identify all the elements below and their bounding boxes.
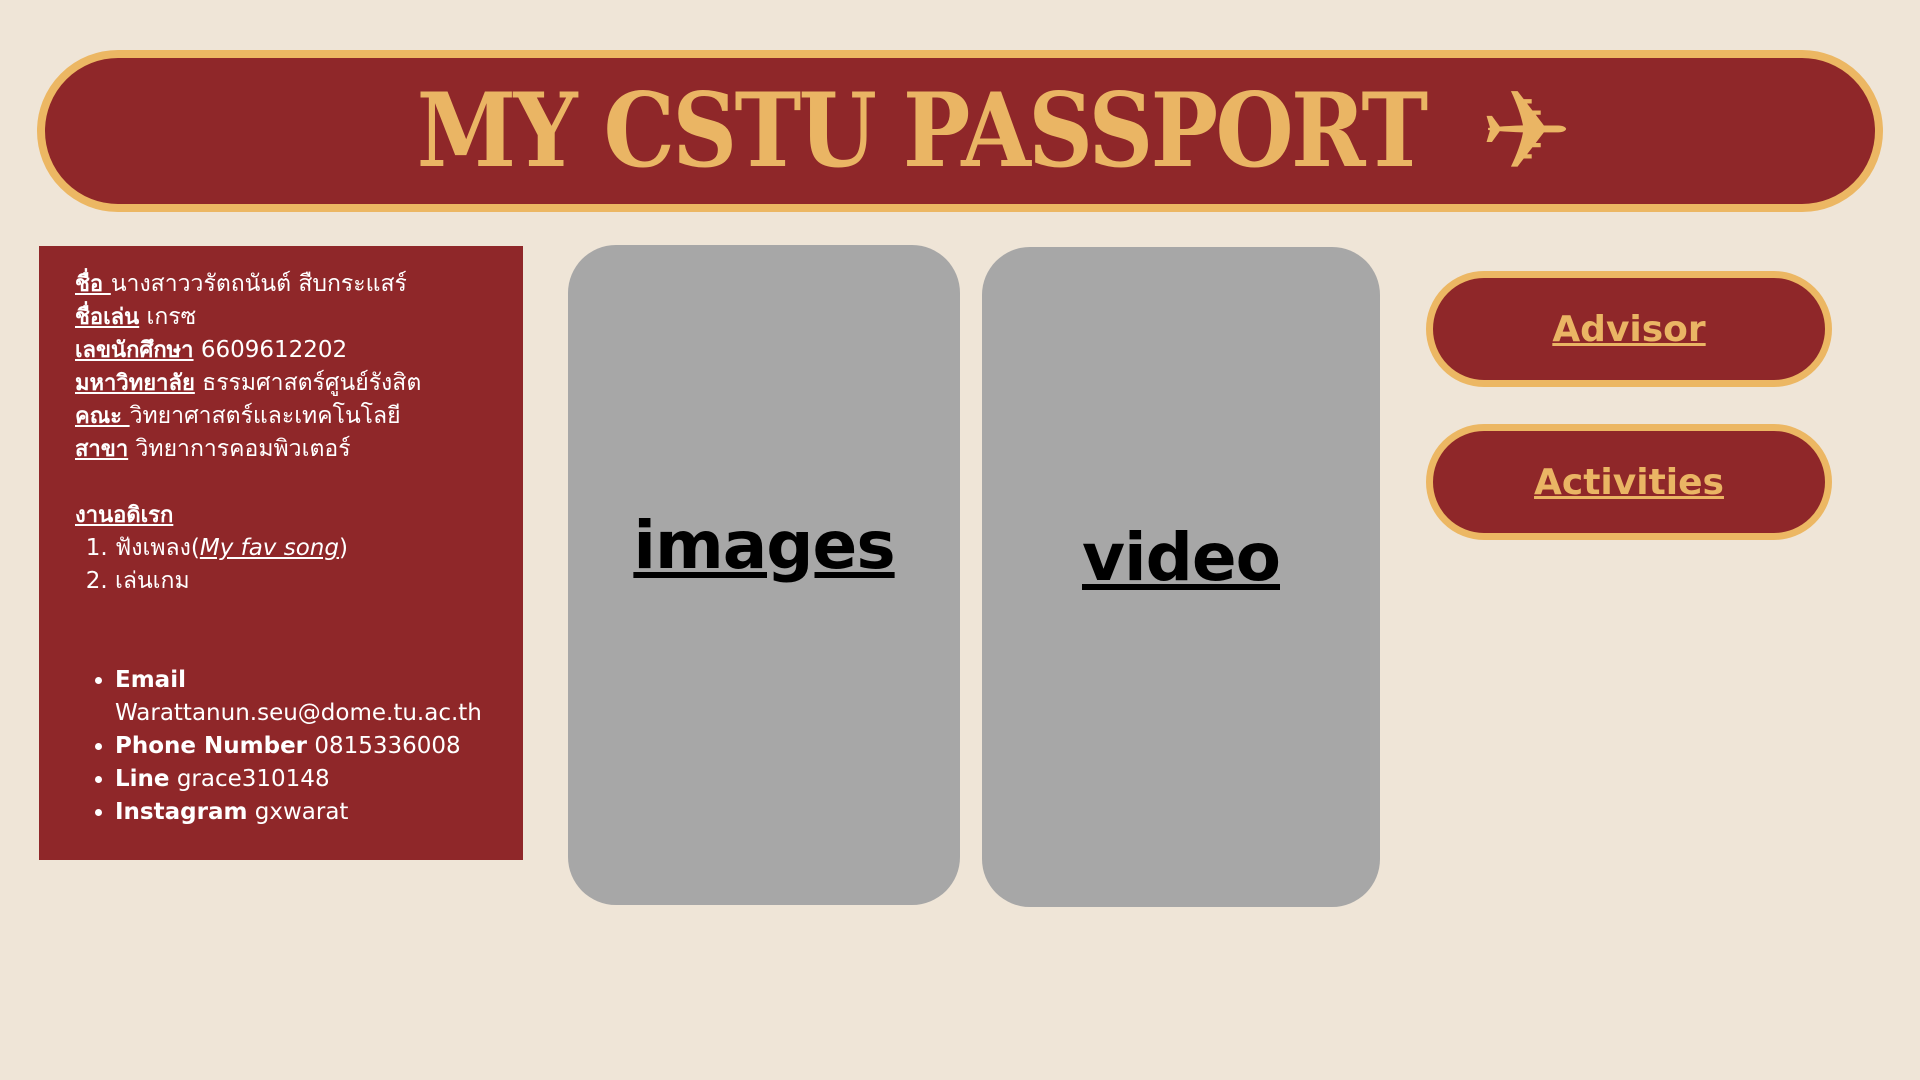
contact-key: Phone Number <box>115 733 308 759</box>
hobby-text: ฟังเพลง( <box>115 535 200 561</box>
contact-email: Email Warattanun.seu@dome.tu.ac.th <box>115 664 523 730</box>
contact-line: Line grace310148 <box>115 763 523 796</box>
contact-key: Email <box>115 667 186 693</box>
profile-field-student-id: เลขนักศึกษา 6609612202 <box>75 334 523 367</box>
images-card: images <box>568 245 960 905</box>
contact-value: grace310148 <box>169 766 330 792</box>
activities-button-label: Activities <box>1534 461 1724 503</box>
advisor-button[interactable]: Advisor <box>1426 271 1832 387</box>
profile-field-value: เกรซ <box>139 304 197 330</box>
profile-field-label: ชื่อ <box>75 272 111 297</box>
list-item: เล่นเกม <box>115 565 523 598</box>
profile-field-nickname: ชื่อเล่น เกรซ <box>75 301 523 334</box>
images-link[interactable]: images <box>633 507 895 584</box>
contact-key: Instagram <box>115 799 248 825</box>
contact-phone: Phone Number 0815336008 <box>115 730 523 763</box>
profile-field-label: สาขา <box>75 437 129 462</box>
activities-button[interactable]: Activities <box>1426 424 1832 540</box>
contact-value: 0815336008 <box>307 733 461 759</box>
advisor-button-label: Advisor <box>1552 308 1706 350</box>
profile-field-name: ชื่อ นางสาววรัตถนันต์ สืบกระแสร์ <box>75 268 523 301</box>
profile-panel: ชื่อ นางสาววรัตถนันต์ สืบกระแสร์ ชื่อเล่… <box>39 246 523 860</box>
contact-key: Line <box>115 766 170 792</box>
profile-field-value: วิทยาศาสตร์และเทคโนโลยี <box>129 403 401 429</box>
page-header: MY CSTU PASSPORT ✈ <box>37 50 1883 212</box>
profile-field-value: นางสาววรัตถนันต์ สืบกระแสร์ <box>110 271 407 297</box>
video-card: video <box>982 247 1380 907</box>
hobbies-list: ฟังเพลง(My fav song) เล่นเกม <box>75 532 523 598</box>
profile-field-label: ชื่อเล่น <box>75 305 140 330</box>
profile-field-label: เลขนักศึกษา <box>75 338 194 363</box>
hobbies-heading: งานอดิเรก <box>75 503 174 528</box>
contact-value: gxwarat <box>247 799 349 825</box>
contact-instagram: Instagram gxwarat <box>115 796 523 829</box>
profile-field-value: ธรรมศาสตร์ศูนย์รังสิต <box>194 370 422 396</box>
profile-field-label: มหาวิทยาลัย <box>75 371 195 396</box>
video-link[interactable]: video <box>1082 519 1281 596</box>
profile-field-major: สาขา วิทยาการคอมพิวเตอร์ <box>75 433 523 466</box>
hobby-text: เล่นเกม <box>115 568 190 594</box>
profile-field-value: 6609612202 <box>193 337 348 363</box>
page-title: MY CSTU PASSPORT <box>416 71 1428 191</box>
profile-field-value: วิทยาการคอมพิวเตอร์ <box>128 436 351 462</box>
contacts-list: Email Warattanun.seu@dome.tu.ac.th Phone … <box>75 664 523 829</box>
airplane-icon: ✈ <box>1480 67 1573 195</box>
profile-field-faculty: คณะ วิทยาศาสตร์และเทคโนโลยี <box>75 400 523 433</box>
hobby-text-suffix: ) <box>338 535 348 561</box>
profile-field-university: มหาวิทยาลัย ธรรมศาสตร์ศูนย์รังสิต <box>75 367 523 400</box>
fav-song-link[interactable]: My fav song <box>200 535 339 561</box>
list-item: ฟังเพลง(My fav song) <box>115 532 523 565</box>
contact-value: Warattanun.seu@dome.tu.ac.th <box>115 700 482 726</box>
profile-field-label: คณะ <box>75 404 130 429</box>
